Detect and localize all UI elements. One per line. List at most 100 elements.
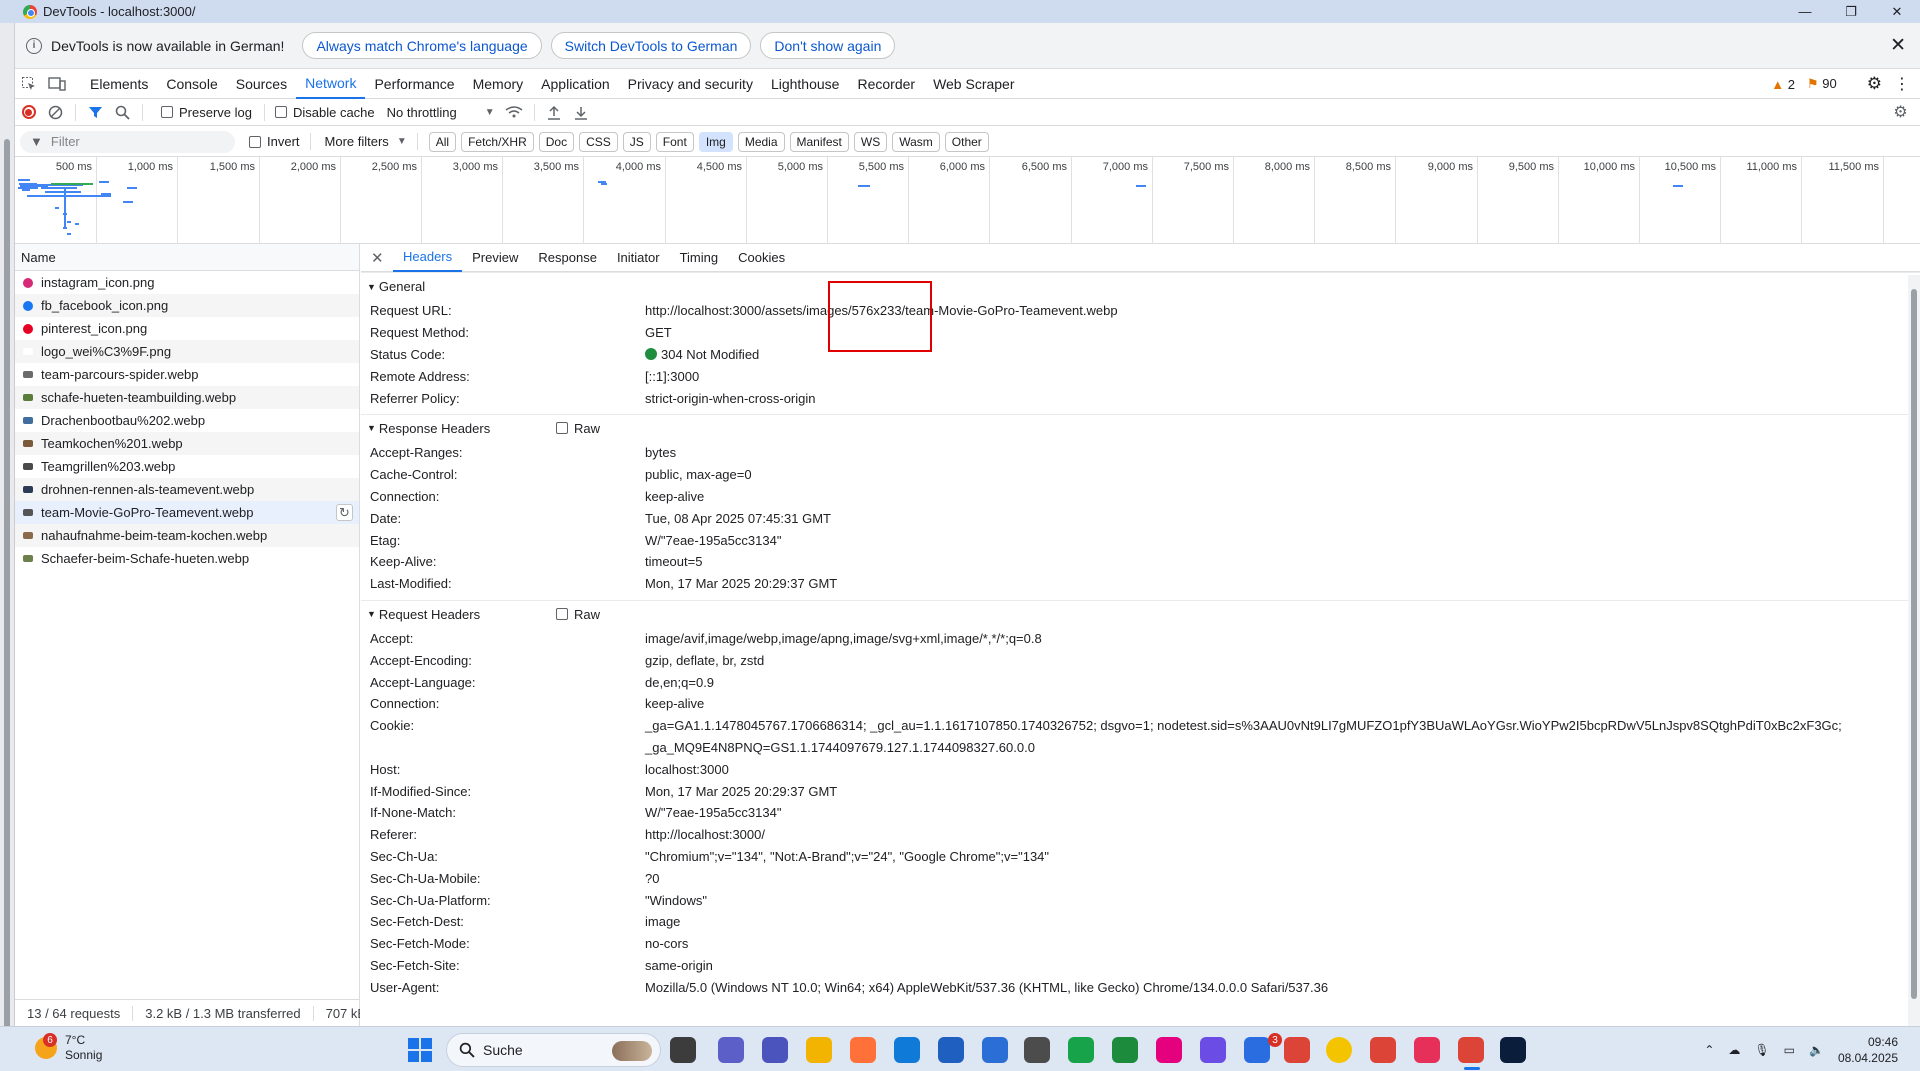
request-row[interactable]: instagram_icon.png bbox=[15, 271, 359, 294]
maximize-button[interactable]: ❐ bbox=[1828, 0, 1874, 23]
tab-sources[interactable]: Sources bbox=[227, 69, 296, 99]
start-button-icon[interactable] bbox=[408, 1038, 432, 1062]
request-row[interactable]: Teamgrillen%203.webp bbox=[15, 455, 359, 478]
taskbar-app-icon[interactable] bbox=[1068, 1037, 1094, 1063]
network-overview-timeline[interactable]: 500 ms 1,000 ms 1,500 ms 2,000 ms 2,500 ms 3,… bbox=[15, 157, 1920, 244]
more-filters-dropdown[interactable]: More filters ▼ bbox=[325, 134, 407, 149]
detail-tab-preview[interactable]: Preview bbox=[462, 244, 528, 272]
request-row[interactable]: logo_wei%C3%9F.png bbox=[15, 340, 359, 363]
inspect-element-icon[interactable] bbox=[15, 70, 43, 98]
detail-tab-timing[interactable]: Timing bbox=[670, 244, 729, 272]
taskbar-app-icon[interactable] bbox=[1024, 1037, 1050, 1063]
taskbar-app-icon[interactable] bbox=[1414, 1037, 1440, 1063]
type-filter-js[interactable]: JS bbox=[622, 131, 651, 152]
device-toolbar-icon[interactable] bbox=[43, 70, 71, 98]
taskbar-app-icon[interactable] bbox=[850, 1037, 876, 1063]
section-response-headers[interactable]: ▼ Response Headers Raw bbox=[361, 413, 1920, 442]
record-stop-icon[interactable] bbox=[15, 99, 42, 126]
detail-tab-response[interactable]: Response bbox=[528, 244, 607, 272]
taskbar-app-icon[interactable] bbox=[670, 1037, 696, 1063]
type-filter-ws[interactable]: WS bbox=[853, 131, 888, 152]
settings-gear-icon[interactable]: ⚙ bbox=[1867, 74, 1882, 94]
raw-toggle-checkbox[interactable]: Raw bbox=[556, 607, 600, 622]
detail-tab-cookies[interactable]: Cookies bbox=[728, 244, 795, 272]
request-row[interactable]: team-Movie-GoPro-Teamevent.webp ↻ bbox=[15, 501, 359, 524]
detail-tab-headers[interactable]: Headers bbox=[393, 244, 463, 272]
clear-log-icon[interactable] bbox=[42, 99, 69, 126]
taskbar-app-icon[interactable] bbox=[718, 1037, 744, 1063]
network-settings-gear-icon[interactable]: ⚙ bbox=[1887, 99, 1914, 126]
switch-german-button[interactable]: Switch DevTools to German bbox=[550, 32, 752, 59]
clock[interactable]: 09:46 08.04.2025 bbox=[1838, 1034, 1898, 1066]
request-row[interactable]: fb_facebook_icon.png bbox=[15, 294, 359, 317]
type-filter-wasm[interactable]: Wasm bbox=[892, 131, 940, 152]
details-scrollbar-thumb[interactable] bbox=[1911, 289, 1917, 999]
tab-memory[interactable]: Memory bbox=[464, 69, 533, 99]
request-row[interactable]: Schaefer-beim-Schafe-hueten.webp bbox=[15, 547, 359, 570]
request-row[interactable]: pinterest_icon.png bbox=[15, 317, 359, 340]
type-filter-font[interactable]: Font bbox=[655, 131, 694, 152]
taskbar-app-icon[interactable] bbox=[894, 1037, 920, 1063]
request-row[interactable]: drohnen-rennen-als-teamevent.webp bbox=[15, 478, 359, 501]
type-filter-img[interactable]: Img bbox=[698, 131, 733, 152]
type-filter-other[interactable]: Other bbox=[944, 131, 989, 152]
throttling-select[interactable]: No throttling ▼ bbox=[387, 105, 495, 120]
search-icon[interactable] bbox=[109, 99, 136, 126]
taskbar-app-icon[interactable] bbox=[1370, 1037, 1396, 1063]
detail-tab-initiator[interactable]: Initiator bbox=[607, 244, 670, 272]
tab-privacy-and-security[interactable]: Privacy and security bbox=[619, 69, 762, 99]
filter-input[interactable]: ▼ Filter bbox=[20, 130, 235, 153]
request-row[interactable]: schafe-hueten-teambuilding.webp bbox=[15, 386, 359, 409]
volume-icon[interactable]: 🔈 bbox=[1809, 1043, 1824, 1057]
preserve-log-checkbox[interactable]: Preserve log bbox=[161, 105, 252, 120]
taskbar-app-icon[interactable] bbox=[762, 1037, 788, 1063]
taskbar-app-icon[interactable] bbox=[806, 1037, 832, 1063]
type-filter-media[interactable]: Media bbox=[737, 131, 785, 152]
invert-checkbox[interactable]: Invert bbox=[249, 134, 300, 149]
chevron-up-icon[interactable]: ⌃ bbox=[1704, 1043, 1714, 1057]
left-scrollbar-thumb[interactable] bbox=[4, 139, 10, 1029]
taskbar-app-icon[interactable] bbox=[1458, 1037, 1484, 1063]
taskbar-app-icon[interactable] bbox=[1284, 1037, 1310, 1063]
type-filter-css[interactable]: CSS bbox=[579, 131, 618, 152]
filter-funnel-icon[interactable] bbox=[82, 99, 109, 126]
disable-cache-checkbox[interactable]: Disable cache bbox=[274, 105, 375, 120]
close-details-icon[interactable]: ✕ bbox=[371, 249, 393, 267]
tab-lighthouse[interactable]: Lighthouse bbox=[762, 69, 849, 99]
match-language-button[interactable]: Always match Chrome's language bbox=[302, 32, 542, 59]
dont-show-again-button[interactable]: Don't show again bbox=[760, 32, 896, 59]
more-options-icon[interactable]: ⋮ bbox=[1894, 74, 1910, 94]
section-request-headers[interactable]: ▼ Request Headers Raw bbox=[361, 599, 1920, 628]
close-infobar-icon[interactable]: ✕ bbox=[1890, 34, 1906, 57]
weather-widget[interactable]: 6 7°C Sonnig bbox=[35, 1033, 102, 1063]
tab-recorder[interactable]: Recorder bbox=[848, 69, 924, 99]
network-icon[interactable]: ▭ bbox=[1784, 1043, 1795, 1057]
tab-network[interactable]: Network bbox=[296, 69, 366, 99]
taskbar-app-icon[interactable] bbox=[982, 1037, 1008, 1063]
network-conditions-icon[interactable] bbox=[501, 99, 528, 126]
request-row[interactable]: Drachenbootbau%202.webp bbox=[15, 409, 359, 432]
taskbar-app-icon[interactable] bbox=[1112, 1037, 1138, 1063]
issues-counter[interactable]: ⚑ 90 bbox=[1807, 76, 1837, 92]
type-filter-manifest[interactable]: Manifest bbox=[789, 131, 849, 152]
taskbar-search-box[interactable]: Suche bbox=[446, 1033, 661, 1067]
cloud-icon[interactable]: ☁ bbox=[1728, 1043, 1740, 1057]
tab-elements[interactable]: Elements bbox=[81, 69, 157, 99]
tab-web-scraper[interactable]: Web Scraper bbox=[924, 69, 1023, 99]
details-scrollbar[interactable] bbox=[1908, 275, 1920, 1026]
raw-toggle-checkbox[interactable]: Raw bbox=[556, 421, 600, 436]
taskbar-app-icon[interactable] bbox=[1500, 1037, 1526, 1063]
tab-application[interactable]: Application bbox=[532, 69, 619, 99]
import-har-icon[interactable] bbox=[541, 99, 568, 126]
type-filter-fetch-xhr[interactable]: Fetch/XHR bbox=[461, 131, 534, 152]
request-row[interactable]: team-parcours-spider.webp bbox=[15, 363, 359, 386]
tab-console[interactable]: Console bbox=[157, 69, 226, 99]
name-column-header[interactable]: Name bbox=[15, 244, 359, 271]
tab-performance[interactable]: Performance bbox=[365, 69, 463, 99]
minimize-button[interactable]: — bbox=[1782, 0, 1828, 23]
type-filter-all[interactable]: All bbox=[428, 131, 457, 152]
close-window-button[interactable]: ✕ bbox=[1874, 0, 1920, 23]
request-row[interactable]: nahaufnahme-beim-team-kochen.webp bbox=[15, 524, 359, 547]
reload-icon[interactable]: ↻ bbox=[336, 504, 353, 521]
type-filter-doc[interactable]: Doc bbox=[538, 131, 575, 152]
